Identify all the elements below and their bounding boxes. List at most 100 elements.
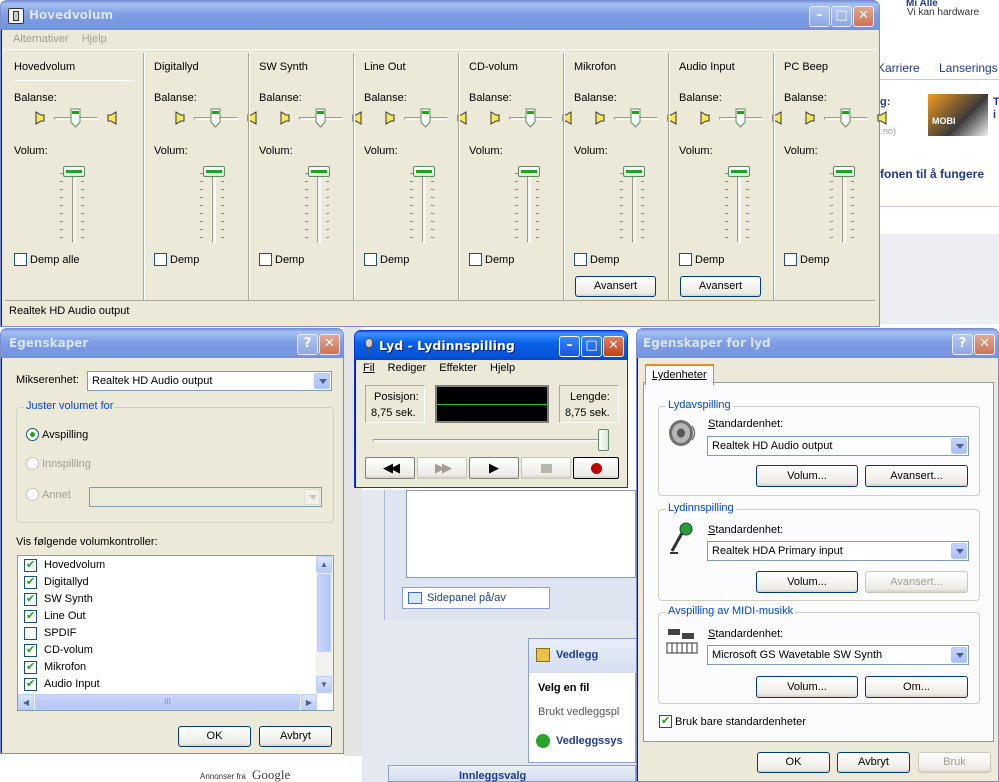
balance-slider-thumb[interactable] [525,108,536,128]
play-button[interactable]: ▶ [469,457,519,479]
scroll-left-icon[interactable]: ◀ [18,694,34,710]
bg-mobil-thumbnail[interactable]: MOBI [928,94,988,136]
balance-slider-thumb[interactable] [70,108,81,128]
scroll-thumb[interactable] [317,574,331,652]
bg-headline[interactable]: fonen til å fungere [880,167,984,181]
list-item-checkbox[interactable] [24,643,37,657]
ok-button[interactable]: OK [757,752,830,773]
advanced-button[interactable]: Avansert [680,276,761,297]
sound-props-titlebar[interactable]: Egenskaper for lyd ? ✕ [637,329,998,358]
record-button[interactable] [573,457,619,479]
apply-button[interactable]: Bruk [918,752,991,773]
close-button[interactable]: ✕ [603,336,624,357]
mute-checkbox[interactable] [259,253,272,266]
menu-hjelp[interactable]: Hjelp [490,362,515,374]
mute-checkbox[interactable] [364,253,377,266]
list-item-checkbox[interactable] [24,609,37,623]
radio-playback[interactable] [26,428,39,441]
maximize-button[interactable]: □ [831,6,852,27]
menu-fil[interactable]: Fil [363,362,375,374]
balance-slider-thumb[interactable] [735,108,746,128]
scroll-right-icon[interactable]: ▶ [301,694,317,710]
playback-volume-button[interactable]: Volum... [756,465,858,487]
mute-checkbox[interactable] [14,253,27,266]
stop-button[interactable] [521,457,571,479]
recording-advanced-button[interactable]: Avansert... [865,571,968,593]
menu-alternativer[interactable]: Alternativer [13,33,69,45]
volume-track[interactable] [842,169,846,243]
sidepanel-toggle-button[interactable]: Sidepanel på/av [402,587,550,609]
volume-slider-thumb[interactable] [203,166,225,177]
mute-checkbox[interactable] [469,253,482,266]
menu-effekter[interactable]: Effekter [439,362,477,374]
radio-other[interactable] [26,488,39,501]
recorder-seek-track[interactable] [373,439,609,442]
scroll-thumb[interactable]: III [35,694,300,710]
volume-track[interactable] [317,169,321,243]
advanced-button[interactable]: Avansert [575,276,656,297]
radio-recording[interactable] [26,457,39,470]
list-item-checkbox[interactable] [24,627,37,640]
playback-device-select[interactable]: Realtek HD Audio output [707,436,969,456]
volume-track[interactable] [422,169,426,243]
playback-advanced-button[interactable]: Avansert... [865,465,968,487]
volume-slider-thumb[interactable] [63,166,85,177]
mixer-device-select[interactable]: Realtek HD Audio output [87,371,332,391]
menu-hjelp[interactable]: Hjelp [82,33,107,45]
midi-volume-button[interactable]: Volum... [756,676,858,698]
volume-track[interactable] [527,169,531,243]
recorder-seek-thumb[interactable] [598,429,609,451]
help-button[interactable]: ? [952,334,973,355]
cancel-button[interactable]: Avbryt [259,726,332,747]
bg-nav-lansering[interactable]: Lanserings [939,61,998,75]
list-item-checkbox[interactable] [24,592,37,606]
list-item-checkbox[interactable] [24,575,37,589]
bg-top-link-2[interactable]: Vi kan hardware [907,7,979,18]
balance-slider-thumb[interactable] [840,108,851,128]
mixer-titlebar[interactable]: Hovedvolum – □ ✕ [1,1,879,30]
egenskaper-titlebar[interactable]: Egenskaper ? ✕ [1,329,343,358]
help-button[interactable]: ? [297,334,318,355]
mute-checkbox[interactable] [154,253,167,266]
recording-device-select[interactable]: Realtek HDA Primary input [707,541,969,561]
minimize-button[interactable]: – [809,6,830,27]
recorder-titlebar[interactable]: Lyd - Lydinnspilling – □ ✕ [355,331,627,360]
volume-slider-thumb[interactable] [413,166,435,177]
volume-slider-thumb[interactable] [623,166,645,177]
recording-volume-button[interactable]: Volum... [756,571,858,593]
cancel-button[interactable]: Avbryt [837,752,910,773]
midi-about-button[interactable]: Om... [865,676,968,698]
midi-device-select[interactable]: Microsoft GS Wavetable SW Synth [707,645,969,665]
menu-rediger[interactable]: Rediger [388,362,427,374]
mute-checkbox[interactable] [679,253,692,266]
list-vertical-scrollbar[interactable]: ▲ ▼ [316,556,333,694]
balance-slider-thumb[interactable] [630,108,641,128]
volume-slider-thumb[interactable] [728,166,750,177]
list-item-checkbox[interactable] [24,558,37,572]
close-button[interactable]: ✕ [319,334,340,355]
volume-track[interactable] [72,169,76,243]
list-item-checkbox[interactable] [24,677,37,691]
volume-slider-thumb[interactable] [308,166,330,177]
volume-track[interactable] [632,169,636,243]
volume-track[interactable] [212,169,216,243]
tab-lydenheter[interactable]: Lydenheter [645,364,714,385]
bg-editor-textarea[interactable] [406,490,636,578]
list-item-checkbox[interactable] [24,660,37,674]
scroll-down-icon[interactable]: ▼ [316,676,332,693]
close-button[interactable]: ✕ [974,334,995,355]
maximize-button[interactable]: □ [581,336,602,357]
close-button[interactable]: ✕ [853,6,874,27]
other-device-select[interactable] [89,487,322,507]
volume-slider-thumb[interactable] [518,166,540,177]
seek-start-button[interactable]: ◀◀ [365,457,415,479]
minimize-button[interactable]: – [559,336,580,357]
bg-innleggsvalg[interactable]: Innleggsvalg [388,765,636,782]
balance-slider-thumb[interactable] [315,108,326,128]
list-horizontal-scrollbar[interactable]: ◀ III ▶ [18,694,317,710]
bg-nav-karriere[interactable]: Karriere [877,61,920,75]
mute-checkbox[interactable] [784,253,797,266]
default-only-checkbox[interactable] [659,714,672,728]
ok-button[interactable]: OK [178,726,251,747]
balance-slider-thumb[interactable] [420,108,431,128]
